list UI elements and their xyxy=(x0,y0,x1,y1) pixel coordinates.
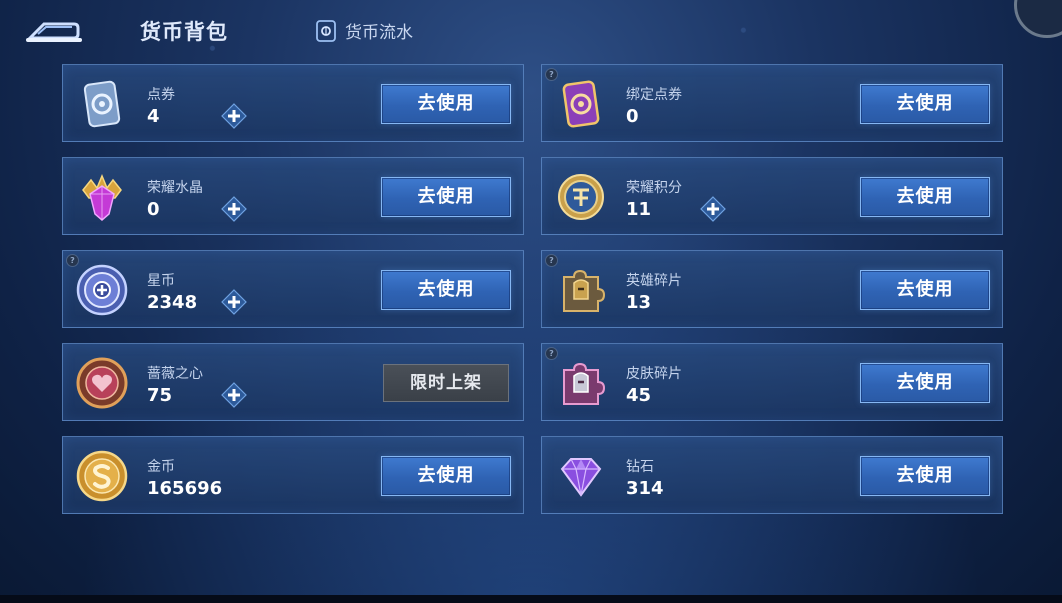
back-arrow-icon xyxy=(26,22,82,42)
add-glory-crystal-button[interactable] xyxy=(221,196,247,222)
star-coin-icon xyxy=(75,263,129,317)
page-title: 货币背包 xyxy=(140,20,228,44)
bottom-strip xyxy=(0,595,1062,603)
ledger-icon xyxy=(316,19,336,42)
currency-card-gold-coin: 金币 165696 去使用 xyxy=(62,436,524,514)
currency-card-glory-points: 荣耀积分 11 去使用 xyxy=(541,157,1003,235)
plus-icon xyxy=(221,289,247,315)
use-gold-coin-button[interactable]: 去使用 xyxy=(381,456,511,496)
currency-name: 钻石 xyxy=(626,459,654,475)
currency-name: 星币 xyxy=(147,273,175,289)
glory-crystal-icon xyxy=(75,170,129,224)
rose-heart-icon xyxy=(75,356,129,410)
add-rose-heart-button[interactable] xyxy=(221,382,247,408)
currency-name: 金币 xyxy=(147,459,175,475)
use-coupon-button[interactable]: 去使用 xyxy=(381,84,511,124)
currency-amount: 165696 xyxy=(147,478,223,499)
diamond-icon xyxy=(554,449,608,503)
use-star-coin-button[interactable]: 去使用 xyxy=(381,270,511,310)
currency-name: 皮肤碎片 xyxy=(626,366,682,382)
currency-name: 英雄碎片 xyxy=(626,273,682,289)
currency-card-hero-fragment: ? 英雄碎片 13 去使用 xyxy=(541,250,1003,328)
glory-points-icon xyxy=(554,170,608,224)
currency-name: 绑定点券 xyxy=(626,87,682,103)
skin-fragment-icon xyxy=(554,356,608,410)
currency-card-bound-coupon: ? 绑定点券 0 去使用 xyxy=(541,64,1003,142)
currency-amount: 11 xyxy=(626,199,652,220)
use-glory-crystal-button[interactable]: 去使用 xyxy=(381,177,511,217)
back-button[interactable] xyxy=(24,16,82,46)
currency-amount: 314 xyxy=(626,478,664,499)
hero-fragment-icon xyxy=(554,263,608,317)
currency-amount: 2348 xyxy=(147,292,198,313)
gold-coin-icon xyxy=(75,449,129,503)
add-star-coin-button[interactable] xyxy=(221,289,247,315)
use-bound-coupon-button[interactable]: 去使用 xyxy=(860,84,990,124)
coupon-icon xyxy=(75,77,129,131)
add-glory-points-button[interactable] xyxy=(700,196,726,222)
currency-amount: 0 xyxy=(626,106,639,127)
currency-amount: 13 xyxy=(626,292,652,313)
currency-card-glory-crystal: 荣耀水晶 0 去使用 xyxy=(62,157,524,235)
currency-name: 荣耀积分 xyxy=(626,180,682,196)
corner-avatar-ring[interactable] xyxy=(1014,0,1062,38)
currency-card-diamond: 钻石 314 去使用 xyxy=(541,436,1003,514)
currency-amount: 45 xyxy=(626,385,652,406)
currency-card-star-coin: ? 星币 2348 去使用 xyxy=(62,250,524,328)
use-skin-fragment-button[interactable]: 去使用 xyxy=(860,363,990,403)
currency-card-rose-heart: 蔷薇之心 75 限时上架 xyxy=(62,343,524,421)
currency-flow-label: 货币流水 xyxy=(345,23,413,43)
currency-name: 蔷薇之心 xyxy=(147,366,203,382)
limited-time-badge: 限时上架 xyxy=(383,364,509,402)
currency-card-coupon: 点券 4 去使用 xyxy=(62,64,524,142)
currency-name: 荣耀水晶 xyxy=(147,180,203,196)
use-glory-points-button[interactable]: 去使用 xyxy=(860,177,990,217)
add-coupon-button[interactable] xyxy=(221,103,247,129)
use-diamond-button[interactable]: 去使用 xyxy=(860,456,990,496)
currency-amount: 4 xyxy=(147,106,160,127)
use-hero-fragment-button[interactable]: 去使用 xyxy=(860,270,990,310)
currency-amount: 75 xyxy=(147,385,173,406)
plus-icon xyxy=(700,196,726,222)
currency-name: 点券 xyxy=(147,87,175,103)
currency-card-skin-fragment: ? 皮肤碎片 45 去使用 xyxy=(541,343,1003,421)
plus-icon xyxy=(221,382,247,408)
plus-icon xyxy=(221,103,247,129)
currency-amount: 0 xyxy=(147,199,160,220)
bound-coupon-icon xyxy=(554,77,608,131)
currency-flow-link[interactable]: 货币流水 xyxy=(315,18,413,43)
plus-icon xyxy=(221,196,247,222)
